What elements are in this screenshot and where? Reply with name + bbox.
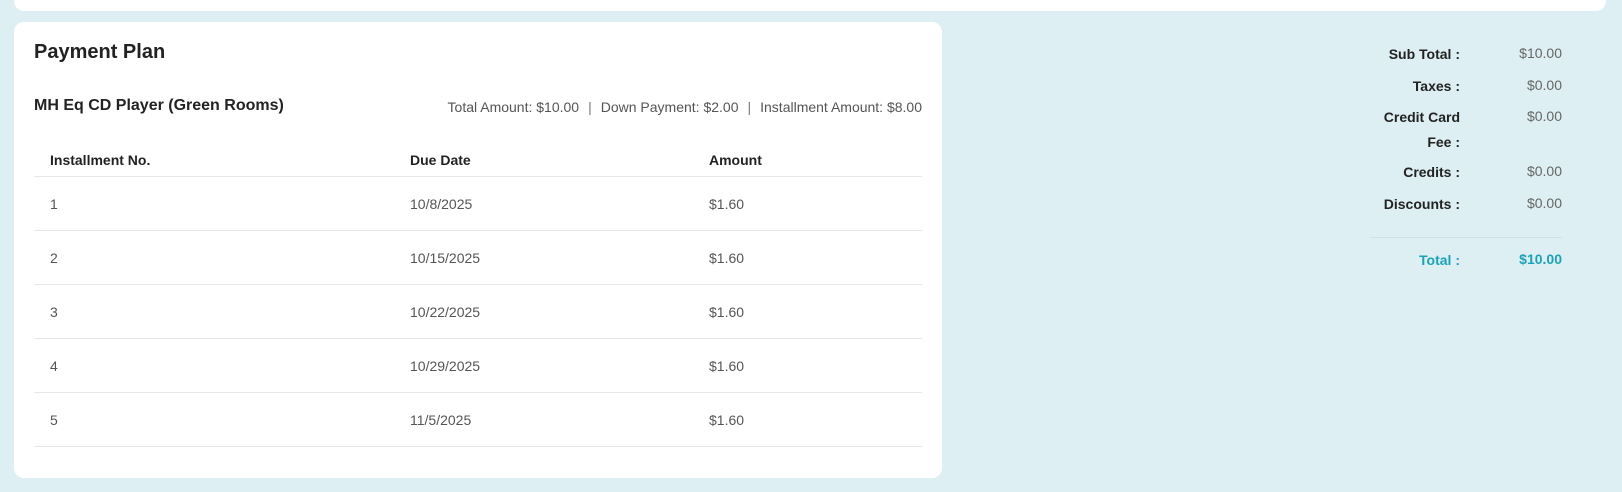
sub-total-label: Sub Total :	[1388, 46, 1460, 62]
credit-card-fee-label-line2: Fee :	[1427, 134, 1460, 150]
installment-table: Installment No. Due Date Amount 1 10/8/2…	[34, 144, 922, 447]
installment-no-cell: 1	[34, 176, 394, 231]
total-label: Total :	[1419, 252, 1460, 268]
taxes-value: $0.00	[1526, 77, 1562, 93]
payment-plan-title: Payment Plan	[34, 41, 166, 63]
credits-value: $0.00	[1526, 163, 1562, 179]
table-row: 5 11/5/2025 $1.60	[34, 392, 922, 447]
discounts-value: $0.00	[1526, 195, 1562, 211]
summary-separator: |	[588, 99, 592, 115]
payment-plan-card: Payment Plan MH Eq CD Player (Green Room…	[14, 22, 942, 478]
amount-cell: $1.60	[693, 392, 922, 447]
discounts-label: Discounts :	[1383, 196, 1460, 212]
summary-separator: |	[747, 99, 752, 115]
amount-cell: $1.60	[693, 176, 922, 231]
due-date-cell: 10/8/2025	[394, 176, 693, 231]
table-row: 2 10/15/2025 $1.60	[34, 230, 922, 285]
column-header-installment-no: Installment No.	[34, 144, 394, 177]
credit-card-fee-value: $0.00	[1526, 108, 1562, 124]
credit-card-fee-label-line1: Credit Card	[1383, 109, 1460, 125]
table-row: 1 10/8/2025 $1.60	[34, 176, 922, 231]
amount-cell: $1.60	[693, 338, 922, 393]
due-date-cell: 10/29/2025	[394, 338, 693, 393]
down-payment-text: Down Payment: $2.00	[600, 99, 739, 115]
amount-cell: $1.60	[693, 230, 922, 285]
installment-amount-text: Installment Amount: $8.00	[760, 99, 922, 115]
due-date-cell: 10/22/2025	[394, 284, 693, 339]
installment-no-cell: 5	[34, 392, 394, 447]
total-amount-text: Total Amount: $10.00	[447, 99, 580, 115]
due-date-cell: 10/15/2025	[394, 230, 693, 285]
installment-no-cell: 4	[34, 338, 394, 393]
table-row: 3 10/22/2025 $1.60	[34, 284, 922, 339]
item-name: MH Eq CD Player (Green Rooms)	[34, 97, 284, 114]
column-header-amount: Amount	[693, 144, 922, 177]
plan-summary: Total Amount: $10.00 | Down Payment: $2.00…	[448, 99, 922, 115]
due-date-cell: 11/5/2025	[394, 392, 693, 447]
table-header-row: Installment No. Due Date Amount	[34, 144, 922, 177]
top-card	[14, 0, 1606, 11]
installment-no-cell: 2	[34, 230, 394, 285]
installment-no-cell: 3	[34, 284, 394, 339]
sub-total-value: $10.00	[1519, 45, 1562, 61]
column-header-due-date: Due Date	[394, 144, 693, 177]
totals-divider	[1370, 237, 1562, 238]
taxes-label: Taxes :	[1412, 78, 1460, 94]
credits-label: Credits :	[1403, 164, 1460, 180]
table-row: 4 10/29/2025 $1.60	[34, 338, 922, 393]
total-value: $10.00	[1519, 251, 1562, 267]
amount-cell: $1.60	[693, 284, 922, 339]
